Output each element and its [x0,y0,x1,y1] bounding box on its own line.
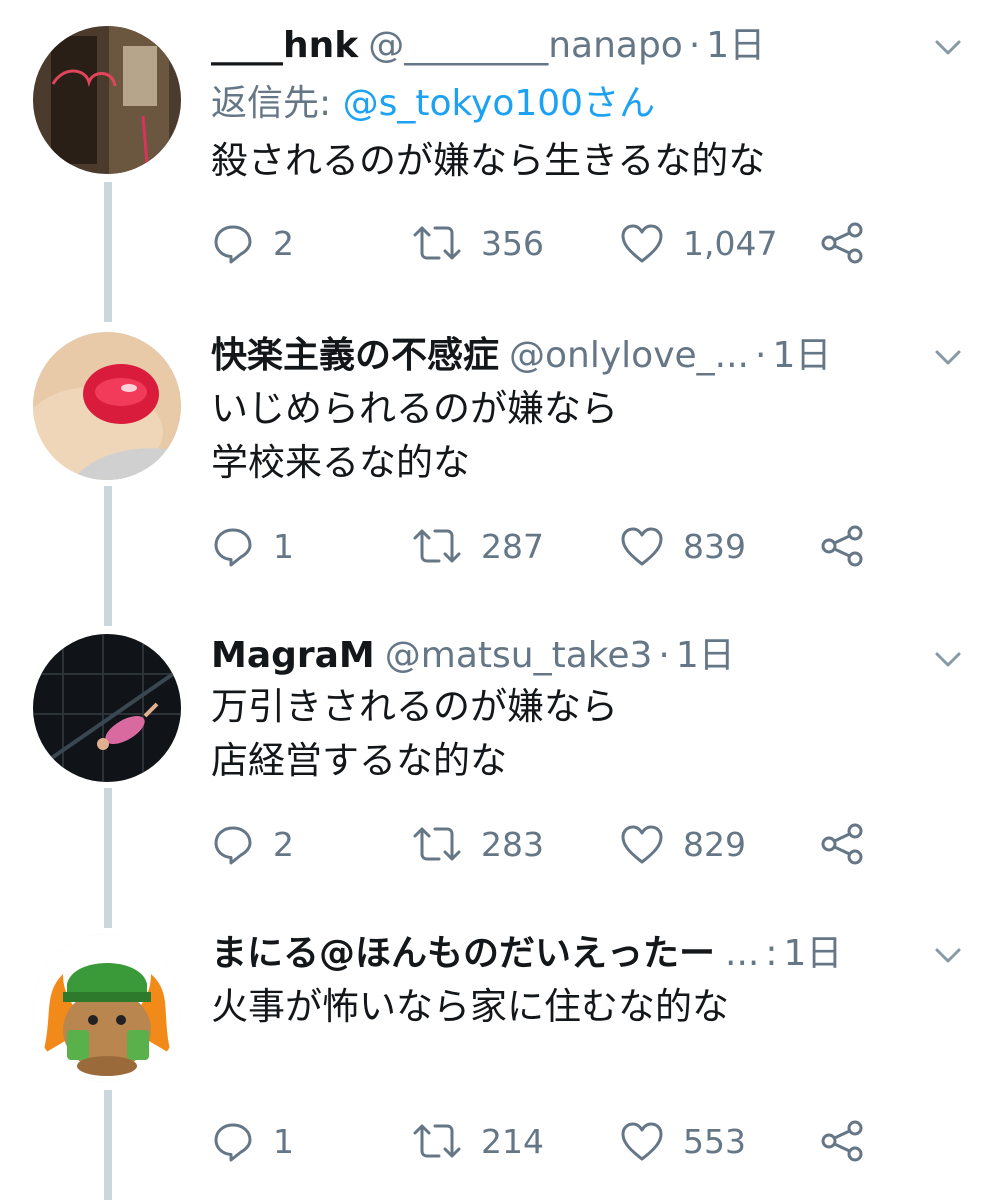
tweet-header: ____hnk @________nanapo · 1日 [211,20,925,72]
timestamp[interactable]: 1日 [706,20,765,72]
reply-count: 1 [273,526,294,566]
retweet-arrows-icon [413,226,461,260]
display-name[interactable]: ____hnk [211,20,358,72]
reply-button[interactable]: 2 [211,819,294,869]
timestamp[interactable]: 1日 [784,928,843,980]
reply-mention-link[interactable]: @s_tokyo100さん [343,83,656,124]
like-button[interactable]: 553 [619,1116,746,1166]
reply-button[interactable]: 1 [211,1116,294,1166]
display-name[interactable]: 快楽主義の不感症 [211,330,499,382]
tweet[interactable]: まにる@ほんものだいえったー ... : 1日 火事が怖いなら家に住むな的な 1… [0,904,993,1200]
like-count: 839 [683,526,746,566]
tweet-header: まにる@ほんものだいえったー ... : 1日 [211,928,925,980]
separator: · [688,25,701,66]
reply-count: 1 [273,1121,294,1161]
user-handle[interactable]: ... [725,928,759,980]
heart-outline-icon [621,224,663,263]
like-button[interactable]: 839 [619,521,746,571]
share-button[interactable] [819,1116,865,1166]
speech-bubble-icon [214,826,252,865]
share-button[interactable] [819,218,865,268]
share-nodes-icon [821,222,863,264]
like-button[interactable]: 829 [619,819,746,869]
display-name[interactable]: MagraM [211,630,375,682]
action-bar: 2 283 829 [211,819,871,869]
share-button[interactable] [819,521,865,571]
chevron-down-icon[interactable] [931,30,965,64]
tweet-text: いじめられるのが嫌なら 学校来るな的な [211,387,618,484]
tweet-header: MagraM @matsu_take3 · 1日 [211,630,925,682]
retweet-count: 356 [481,223,544,263]
separator: · [754,335,767,376]
retweet-count: 287 [481,526,544,566]
heart-outline-icon [621,1122,663,1161]
like-count: 553 [683,1121,746,1161]
retweet-arrows-icon [413,1124,461,1158]
heart-outline-icon [621,825,663,864]
retweet-count: 214 [481,1121,544,1161]
display-name[interactable]: まにる@ほんものだいえったー [211,928,715,980]
action-bar: 2 356 1,047 [211,218,871,268]
tweet[interactable]: ____hnk @________nanapo · 1日 返信先: @s_tok… [0,0,993,300]
tweet[interactable]: 快楽主義の不感症 @onlylove_... · 1日 いじめられるのが嫌なら … [0,300,993,602]
retweet-arrows-icon [413,529,461,563]
reply-button[interactable]: 1 [211,521,294,571]
tweet-text: 万引きされるのが嫌なら 店経営するな的な [211,685,618,782]
retweet-button[interactable]: 356 [411,218,544,268]
share-button[interactable] [819,819,865,869]
retweet-count: 283 [481,824,544,864]
chevron-down-icon[interactable] [931,938,965,972]
retweet-button[interactable]: 214 [411,1116,544,1166]
tweet-text: 火事が怖いなら家に住むな的な [211,985,729,1028]
like-button[interactable]: 1,047 [619,218,777,268]
chevron-down-icon[interactable] [931,340,965,374]
separator: : [765,933,778,974]
user-handle[interactable]: @onlylove_... [509,330,749,382]
speech-bubble-icon [214,1123,252,1162]
tweet[interactable]: MagraM @matsu_take3 · 1日 万引きされるのが嫌なら 店経営… [0,602,993,904]
like-count: 829 [683,824,746,864]
speech-bubble-icon [214,225,252,264]
chevron-down-icon[interactable] [931,642,965,676]
separator: · [658,635,670,676]
share-nodes-icon [821,823,863,865]
timestamp[interactable]: 1日 [676,630,735,682]
timestamp[interactable]: 1日 [772,330,831,382]
reply-count: 2 [273,824,294,864]
action-bar: 1 214 553 [211,1116,871,1166]
share-nodes-icon [821,1120,863,1162]
like-count: 1,047 [683,223,778,263]
reply-context: 返信先: @s_tokyo100さん [211,78,655,130]
retweet-arrows-icon [413,827,461,861]
tweet-header: 快楽主義の不感症 @onlylove_... · 1日 [211,330,925,382]
user-handle[interactable]: @matsu_take3 [385,630,653,682]
avatar[interactable] [33,26,181,174]
action-bar: 1 287 839 [211,521,871,571]
heart-outline-icon [621,527,663,566]
tweet-text: 殺されるのが嫌なら生きるな的な [211,139,766,182]
retweet-button[interactable]: 283 [411,819,544,869]
share-nodes-icon [821,525,863,567]
reply-button[interactable]: 2 [211,218,294,268]
user-handle[interactable]: @________nanapo [368,20,683,72]
avatar[interactable] [33,934,181,1082]
avatar[interactable] [33,332,181,480]
reply-label: 返信先: [211,83,343,124]
avatar[interactable] [33,634,181,782]
speech-bubble-icon [214,528,252,567]
retweet-button[interactable]: 287 [411,521,544,571]
reply-count: 2 [273,223,294,263]
